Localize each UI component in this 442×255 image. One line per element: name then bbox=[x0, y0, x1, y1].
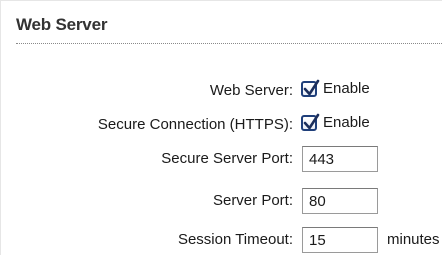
secure-server-port-label: Secure Server Port: bbox=[161, 150, 293, 167]
session-timeout-label: Session Timeout: bbox=[177, 231, 293, 248]
session-timeout-input[interactable] bbox=[302, 227, 378, 253]
web-server-enable-toggle[interactable]: Enable bbox=[301, 79, 370, 97]
secure-server-port-row: Secure Server Port: bbox=[1, 146, 442, 172]
secure-server-port-input[interactable] bbox=[302, 146, 378, 172]
server-port-label: Server Port: bbox=[212, 192, 293, 209]
web-server-enable-checkbox[interactable] bbox=[301, 79, 320, 97]
web-server-row: Web Server: Enable bbox=[1, 78, 442, 104]
server-port-input[interactable] bbox=[302, 188, 378, 214]
web-server-panel: Web Server Web Server: Enable Secure Con… bbox=[0, 0, 442, 255]
secure-connection-enable-toggle[interactable]: Enable bbox=[301, 113, 370, 131]
secure-connection-row: Secure Connection (HTTPS): Enable bbox=[1, 112, 442, 138]
secure-connection-label: Secure Connection (HTTPS): bbox=[97, 116, 293, 133]
secure-connection-enable-checkbox[interactable] bbox=[301, 113, 320, 131]
web-server-label: Web Server: bbox=[209, 82, 293, 99]
checkmark-icon bbox=[303, 79, 320, 95]
session-timeout-row: Session Timeout: minutes bbox=[1, 227, 442, 253]
secure-connection-enable-label[interactable]: Enable bbox=[323, 114, 370, 131]
server-port-row: Server Port: bbox=[1, 188, 442, 214]
checkmark-icon bbox=[303, 113, 320, 129]
section-divider bbox=[16, 43, 442, 44]
web-server-enable-label[interactable]: Enable bbox=[323, 80, 370, 97]
session-timeout-unit: minutes bbox=[387, 231, 440, 248]
section-title: Web Server bbox=[16, 15, 108, 34]
